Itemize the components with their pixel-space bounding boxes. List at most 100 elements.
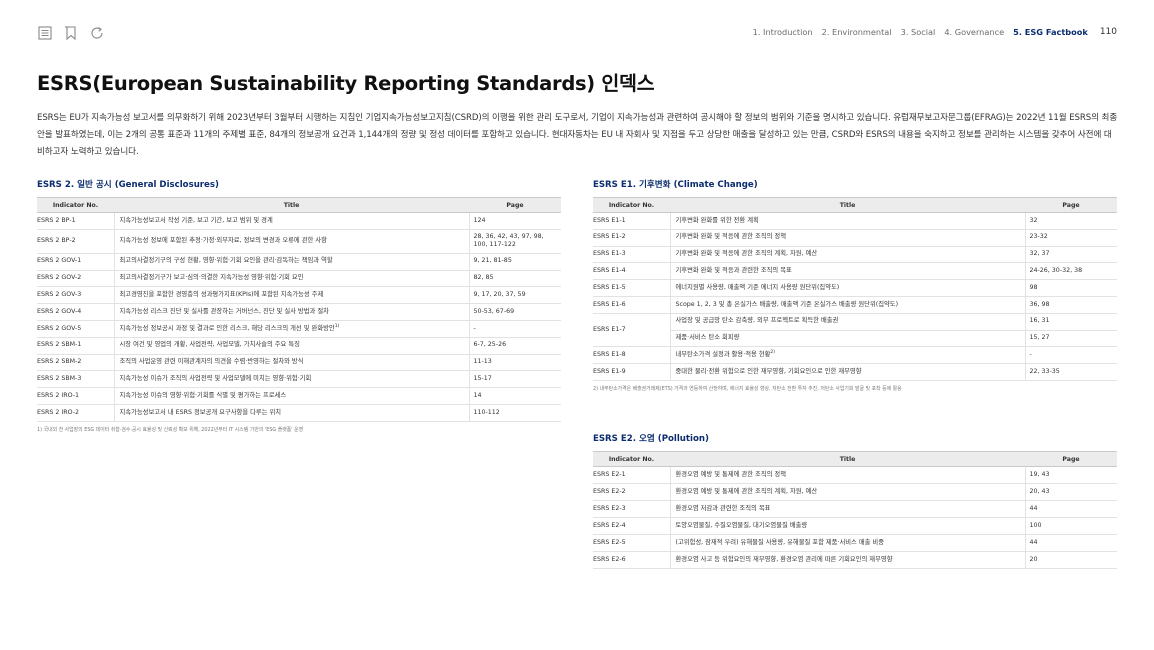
cell-page: 124 — [468, 212, 561, 230]
col-header-page: Page — [469, 197, 561, 213]
cell-indicator: ESRS E1-2 — [593, 229, 670, 247]
title-text: 지속가능성 정보공시 과정 및 결과로 인한 리스크, 해당 리스크의 개선 및… — [119, 324, 335, 332]
bookmark-icon[interactable] — [63, 25, 79, 41]
title-text: 최고경영진을 포함한 경영층의 성과평가지표(KPIs)에 포함된 지속가능성 … — [119, 291, 324, 299]
cell-title: 지속가능성 정보공시 과정 및 결과로 인한 리스크, 해당 리스크의 개선 및… — [113, 320, 469, 338]
table-row: ESRS E1-5 에너지원별 사용량, 매출액 기준 에너지 사용량 원단위(집… — [593, 279, 1117, 297]
esrs2-section: ESRS 2. 일반 공시 (General Disclosures) Indi… — [37, 178, 561, 433]
nav-esg-factbook[interactable]: 5. ESG Factbook — [1013, 27, 1088, 37]
esrs-e2-section: ESRS E2. 오염 (Pollution) Indicator No. Ti… — [593, 432, 1117, 569]
cell-page: 28, 36, 42, 43, 97, 98, 100, 117-122 — [468, 229, 561, 254]
footnote: 1) 국내외 전 사업장의 ESG 데이터 취합·검수·공시 효율성 및 신뢰성… — [37, 426, 304, 433]
cell-page: 20, 43 — [1024, 483, 1117, 501]
title-text: 최고의사결정기구가 보고·심의·의결한 지속가능성 영향·위험·기회 요인 — [119, 274, 304, 282]
table-row: ESRS 2 GOV-5 지속가능성 정보공시 과정 및 결과로 인한 리스크, … — [37, 320, 561, 338]
cell-indicator: ESRS E1-8 — [593, 346, 670, 365]
col-header-title: Title — [670, 451, 1025, 467]
footnote: 2) 내부탄소가격은 배출권거래제(ETS) 가격과 연동하여 산정하며, 에너… — [593, 385, 902, 392]
cell-indicator: ESRS 2 SBM-3 — [37, 370, 114, 389]
table-header-row: Indicator No. Title Page — [593, 451, 1117, 467]
col-header-page: Page — [1025, 197, 1117, 213]
cell-title: 환경오염 저감과 관련한 조직의 목표 — [669, 500, 1025, 518]
cell-page: 15, 27 — [1024, 330, 1117, 348]
title-text: 내부탄소가격 설정과 활용·적용 현황 — [675, 351, 771, 359]
cell-page: 24-26, 30-32, 38 — [1024, 262, 1117, 281]
nav-governance[interactable]: 4. Governance — [944, 27, 1004, 37]
section-heading: ESRS E2. 오염 (Pollution) — [593, 434, 709, 444]
cell-indicator: ESRS E2-4 — [593, 517, 670, 535]
cell-page: 32, 37 — [1024, 246, 1117, 264]
cell-page: 6-7, 25-26 — [468, 337, 561, 355]
cell-page: 19, 43 — [1024, 466, 1117, 484]
table-row: ESRS E2-3 환경오염 저감과 관련한 조직의 목표 44 — [593, 500, 1117, 518]
table-header-row: Indicator No. Title Page — [37, 197, 561, 213]
title-text: 에너지원별 사용량, 매출액 기준 에너지 사용량 원단위(집약도) — [675, 283, 840, 291]
table-row: ESRS 2 GOV-3 최고경영진을 포함한 경영층의 성과평가지표(KPIs)… — [37, 286, 561, 305]
cell-title: 지속가능성 리스크 진단 및 실사를 관장하는 거버넌스, 진단 및 실사 방법… — [113, 303, 469, 321]
cell-title: 지속가능성 이슈가 조직의 사업전략 및 사업모델에 미치는 영향·위험·기회 — [113, 370, 469, 389]
cell-page: - — [468, 320, 561, 338]
title-text: 환경오염 예방 및 통제에 관한 조직의 계획, 자원, 예산 — [675, 487, 818, 495]
cell-title: 최고의사결정기구가 보고·심의·의결한 지속가능성 영향·위험·기회 요인 — [113, 270, 469, 288]
cell-indicator: ESRS 2 SBM-1 — [37, 337, 114, 355]
cell-title: 최고경영진을 포함한 경영층의 성과평가지표(KPIs)에 포함된 지속가능성 … — [113, 286, 469, 305]
cell-indicator: ESRS 2 GOV-4 — [37, 303, 114, 321]
cell-title: 환경오염 예방 및 통제에 관한 조직의 계획, 자원, 예산 — [669, 483, 1025, 501]
title-text: Scope 1, 2, 3 및 총 온실가스 배출량, 매출액 기준 온실가스 … — [675, 300, 899, 308]
cell-page: 100 — [1024, 517, 1117, 535]
cell-page: 98 — [1024, 279, 1117, 297]
table-row: ESRS E2-5 (고위험성, 잠재적 우려) 유해물질 사용량, 유해물질 포… — [593, 534, 1117, 552]
cell-indicator: ESRS 2 IRO-1 — [37, 387, 114, 405]
table-row: ESRS 2 IRO-1 지속가능성 이슈의 영향·위험·기회를 식별 및 평가하… — [37, 387, 561, 405]
col-header-indicator: Indicator No. — [593, 451, 670, 467]
title-text: 환경오염 예방 및 통제에 관한 조직의 정책 — [675, 470, 787, 478]
table-row: ESRS 2 BP-1 지속가능성보고서 작성 기준, 보고 기간, 보고 범위 … — [37, 212, 561, 230]
cell-indicator: ESRS 2 GOV-1 — [37, 253, 114, 271]
cell-indicator: ESRS E2-5 — [593, 534, 670, 552]
cell-title: 내부탄소가격 설정과 활용·적용 현황2) — [669, 346, 1025, 365]
cell-indicator: ESRS 2 GOV-2 — [37, 270, 114, 288]
cell-title: 토양오염물질, 수질오염물질, 대기오염물질 배출량 — [669, 517, 1025, 535]
cell-page: 82, 85 — [468, 270, 561, 288]
cell-indicator: ESRS E1-5 — [593, 279, 670, 297]
title-text: 지속가능성 이슈의 영향·위험·기회를 식별 및 평가하는 프로세스 — [119, 391, 287, 399]
cell-page: 11-13 — [468, 354, 561, 372]
title-text: 기후변화 완화 및 적응에 관한 조직의 계획, 자원, 예산 — [675, 250, 818, 258]
footnote-marker: 1) — [334, 323, 340, 329]
table-row: ESRS E2-4 토양오염물질, 수질오염물질, 대기오염물질 배출량 100 — [593, 517, 1117, 535]
nav-social[interactable]: 3. Social — [901, 27, 936, 37]
cell-page: 16, 31 — [1024, 313, 1117, 331]
col-header-title: Title — [114, 197, 469, 213]
table-row: ESRS E1-1 기후변화 완화를 위한 전환 계획 32 — [593, 212, 1117, 230]
cell-title: (고위험성, 잠재적 우려) 유해물질 사용량, 유해물질 포함 제품·서비스 … — [669, 534, 1025, 552]
cell-page: 32 — [1024, 212, 1117, 230]
footnote-marker: 2) — [770, 349, 776, 355]
table-row: ESRS E2-1 환경오염 예방 및 통제에 관한 조직의 정책 19, 43 — [593, 466, 1117, 484]
cell-indicator: ESRS E2-1 — [593, 466, 670, 484]
cell-page: 9, 21, 81-85 — [468, 253, 561, 271]
title-text: 지속가능성 리스크 진단 및 실사를 관장하는 거버넌스, 진단 및 실사 방법… — [119, 307, 329, 315]
table-row: 제품·서비스 탄소 회피량 15, 27 — [593, 330, 1117, 348]
table-row: ESRS 2 SBM-3 지속가능성 이슈가 조직의 사업전략 및 사업모델에 미… — [37, 370, 561, 389]
cell-page: 15-17 — [468, 370, 561, 389]
cell-page: 36, 98 — [1024, 296, 1117, 314]
esrs-e1-table: Indicator No. Title Page ESRS E1-1 기후변화 완… — [593, 197, 1117, 381]
cell-title: 조직의 사업운영 관련 이해관계자의 의견을 수렴·반영하는 절차와 방식 — [113, 354, 469, 372]
table-row: ESRS E1-8 내부탄소가격 설정과 활용·적용 현황2) - — [593, 346, 1117, 365]
section-heading: ESRS 2. 일반 공시 (General Disclosures) — [37, 180, 219, 190]
list-icon[interactable] — [37, 25, 53, 41]
title-text: 환경오염 저감과 관련한 조직의 목표 — [675, 504, 771, 512]
cell-title: 지속가능성 정보에 포함된 추정·가정·외부자료, 정보의 변경과 오류에 관한… — [113, 229, 469, 254]
title-text: 중대한 물리·전환 위험으로 인한 재무영향, 기회요인으로 인한 재무영향 — [675, 367, 862, 375]
nav-environmental[interactable]: 2. Environmental — [822, 27, 892, 37]
cell-title: Scope 1, 2, 3 및 총 온실가스 배출량, 매출액 기준 온실가스 … — [669, 296, 1025, 314]
title-text: 최고의사결정기구의 구성 현황, 영향·위험·기회 요인을 관리·감독하는 책임… — [119, 257, 333, 265]
toolbar — [37, 25, 105, 41]
refresh-icon[interactable] — [89, 25, 105, 41]
cell-indicator: ESRS 2 GOV-3 — [37, 286, 114, 305]
nav-introduction[interactable]: 1. Introduction — [753, 27, 813, 37]
page-number: 110 — [1099, 27, 1117, 37]
cell-page: 110-112 — [468, 404, 561, 422]
col-header-indicator: Indicator No. — [37, 197, 114, 213]
table-row: ESRS E1-7 사업장 및 공급망 탄소 감축량, 외부 프로젝트로 획득한 … — [593, 313, 1117, 348]
